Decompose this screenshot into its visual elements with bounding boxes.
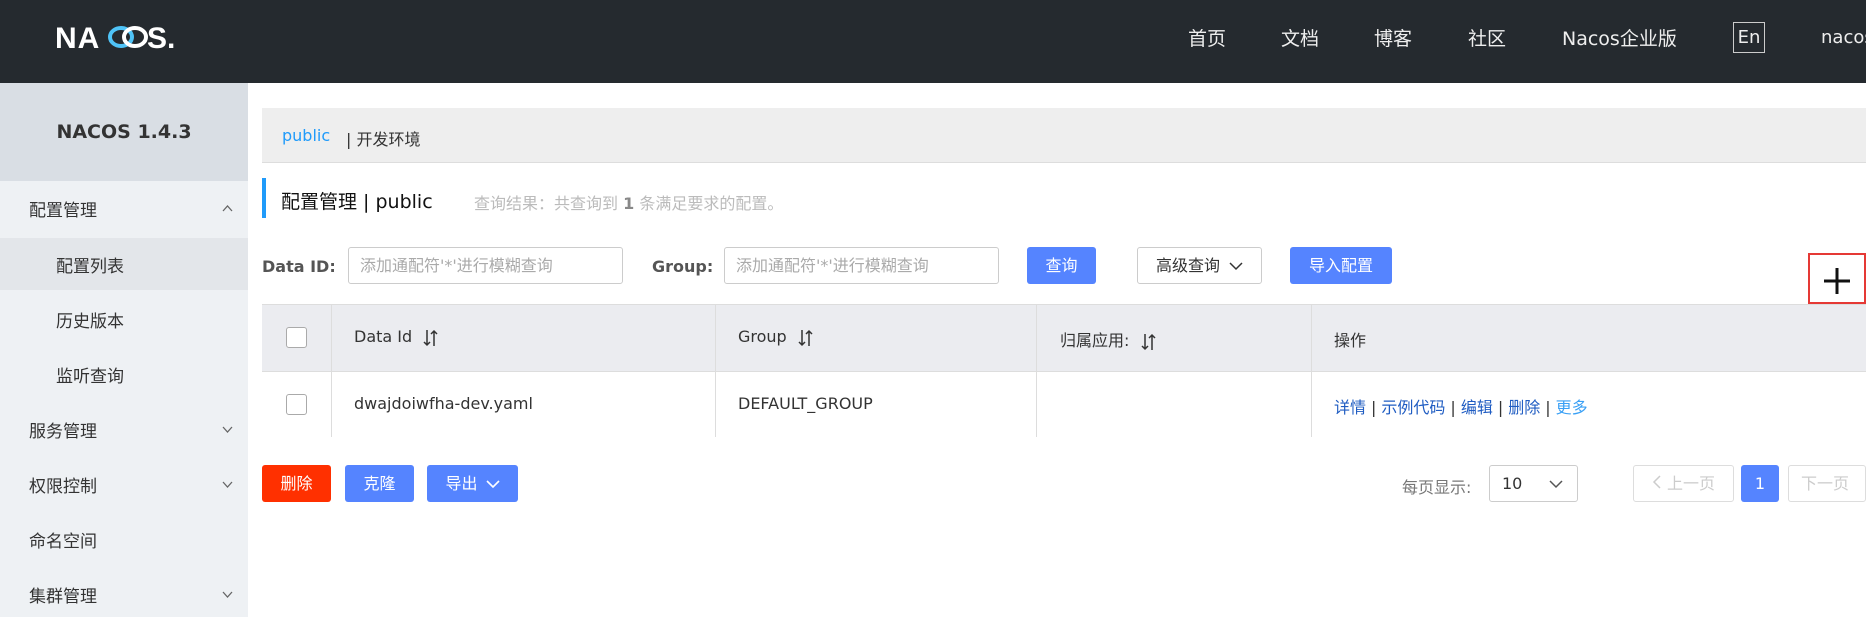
select-all-checkbox[interactable]: [286, 327, 307, 348]
sidebar-item-label: 监听查询: [56, 366, 124, 387]
advanced-query-button[interactable]: 高级查询: [1137, 247, 1262, 284]
svg-text:NA: NA: [55, 22, 100, 55]
action-separator: |: [1545, 398, 1551, 417]
advanced-query-label: 高级查询: [1155, 256, 1220, 275]
action-sample-code-link[interactable]: 示例代码: [1381, 398, 1445, 417]
chevron-up-icon: [222, 204, 233, 211]
page-number-current[interactable]: 1: [1741, 465, 1779, 502]
sidebar-item-service-management[interactable]: 服务管理: [0, 403, 248, 455]
group-label: Group:: [652, 257, 714, 276]
column-divider: [331, 305, 332, 437]
chevron-down-icon: [1549, 480, 1563, 489]
sidebar-item-label: 集群管理: [29, 586, 97, 607]
cell-actions: 详情 | 示例代码 | 编辑 | 删除 | 更多: [1334, 394, 1588, 418]
chevron-down-icon: [485, 480, 500, 489]
page-title: 配置管理 | public: [281, 191, 433, 213]
action-more-link[interactable]: 更多: [1556, 398, 1588, 417]
query-button[interactable]: 查询: [1027, 247, 1096, 284]
column-divider: [715, 305, 716, 437]
config-table: Data Id Group 归属应用: 操作 dwajdoiwfha-dev.y…: [262, 304, 1866, 437]
result-suffix: 条满足要求的配置。: [639, 194, 784, 213]
data-id-label: Data ID:: [262, 257, 336, 276]
chevron-down-icon: [222, 481, 233, 488]
sidebar-item-label: 权限控制: [29, 476, 97, 497]
bulk-delete-button[interactable]: 删除: [262, 465, 331, 502]
sidebar-item-cluster-management[interactable]: 集群管理: [0, 568, 248, 620]
row-checkbox[interactable]: [286, 394, 307, 415]
nav-community[interactable]: 社区: [1468, 24, 1506, 51]
user-name[interactable]: nacos: [1821, 27, 1866, 48]
action-separator: |: [1450, 398, 1456, 417]
nav-blog[interactable]: 博客: [1374, 24, 1412, 51]
action-details-link[interactable]: 详情: [1334, 398, 1366, 417]
sidebar-item-history[interactable]: 历史版本: [0, 293, 248, 345]
sidebar-item-label: 历史版本: [56, 311, 124, 332]
sidebar-item-config-management[interactable]: 配置管理: [0, 182, 248, 234]
prev-page-label: 上一页: [1667, 474, 1716, 493]
sidebar-item-label: 配置管理: [29, 200, 97, 221]
result-prefix: 查询结果：共查询到: [474, 194, 619, 213]
import-config-button[interactable]: 导入配置: [1290, 247, 1392, 284]
export-button[interactable]: 导出: [427, 465, 518, 502]
add-config-button[interactable]: [1808, 253, 1866, 304]
chevron-down-icon: [222, 591, 233, 598]
page-size-label: 每页显示:: [1402, 478, 1472, 497]
plus-icon: [1824, 268, 1850, 294]
column-header-app[interactable]: 归属应用:: [1060, 327, 1157, 351]
sidebar-item-listener-query[interactable]: 监听查询: [0, 348, 248, 400]
language-switch-button[interactable]: En: [1733, 22, 1765, 53]
sidebar-item-label: 服务管理: [29, 421, 97, 442]
sidebar-item-namespace[interactable]: 命名空间: [0, 513, 248, 565]
page-size-select[interactable]: 10: [1489, 465, 1578, 502]
sidebar-version: NACOS 1.4.3: [0, 83, 248, 181]
nav-enterprise[interactable]: Nacos企业版: [1562, 24, 1677, 51]
column-header-label: Data Id: [354, 327, 413, 346]
action-separator: |: [1497, 398, 1504, 417]
sort-icon: [798, 329, 813, 346]
data-id-input[interactable]: 添加通配符'*'进行模糊查询: [348, 247, 623, 284]
namespace-bar: public | 开发环境: [262, 108, 1866, 163]
table-row: dwajdoiwfha-dev.yaml DEFAULT_GROUP 详情 | 示例…: [262, 371, 1866, 437]
column-divider: [1311, 305, 1312, 437]
export-label: 导出: [445, 474, 478, 493]
query-result-text: 查询结果：共查询到 1 条满足要求的配置。: [474, 190, 783, 214]
sidebar-item-config-list[interactable]: 配置列表: [0, 238, 248, 290]
sort-icon: [423, 329, 438, 346]
chevron-down-icon: [222, 426, 233, 433]
chevron-left-icon: [1652, 475, 1661, 489]
nav-docs[interactable]: 文档: [1281, 24, 1319, 51]
page-size-value: 10: [1502, 474, 1523, 493]
nav-home[interactable]: 首页: [1188, 24, 1226, 51]
namespace-dev-env[interactable]: | 开发环境: [346, 126, 420, 150]
next-page-button[interactable]: 下一页: [1788, 465, 1866, 502]
prev-page-button[interactable]: 上一页: [1633, 465, 1734, 502]
action-edit-link[interactable]: 编辑: [1461, 398, 1493, 417]
column-divider: [1036, 305, 1037, 437]
column-header-label: Group: [738, 327, 787, 346]
clone-button[interactable]: 克隆: [345, 465, 414, 502]
cell-data-id: dwajdoiwfha-dev.yaml: [354, 394, 533, 413]
top-navbar: NA S. 首页 文档 博客 社区 Nacos企业版 En nacos: [0, 0, 1866, 83]
svg-text:S.: S.: [147, 22, 175, 55]
chevron-down-icon: [1229, 262, 1243, 271]
column-header-actions: 操作: [1334, 331, 1367, 350]
column-header-label: 归属应用:: [1060, 331, 1130, 350]
action-delete-link[interactable]: 删除: [1508, 398, 1540, 417]
cell-group: DEFAULT_GROUP: [738, 394, 873, 413]
group-input[interactable]: 添加通配符'*'进行模糊查询: [724, 247, 999, 284]
next-page-label: 下一页: [1801, 474, 1850, 493]
page-header: 配置管理 | public 查询结果：共查询到 1 条满足要求的配置。: [262, 178, 962, 218]
sidebar-item-label: 配置列表: [56, 256, 124, 277]
sidebar-item-label: 命名空间: [29, 531, 97, 552]
nacos-logo[interactable]: NA S.: [55, 18, 191, 58]
sort-icon: [1140, 333, 1156, 350]
table-header: Data Id Group 归属应用: 操作: [262, 305, 1866, 371]
sidebar-item-access-control[interactable]: 权限控制: [0, 458, 248, 510]
column-header-data-id[interactable]: Data Id: [354, 327, 439, 347]
action-separator: |: [1371, 398, 1377, 417]
column-header-group[interactable]: Group: [738, 327, 814, 347]
result-count: 1: [623, 194, 635, 213]
namespace-public[interactable]: public: [282, 126, 330, 145]
